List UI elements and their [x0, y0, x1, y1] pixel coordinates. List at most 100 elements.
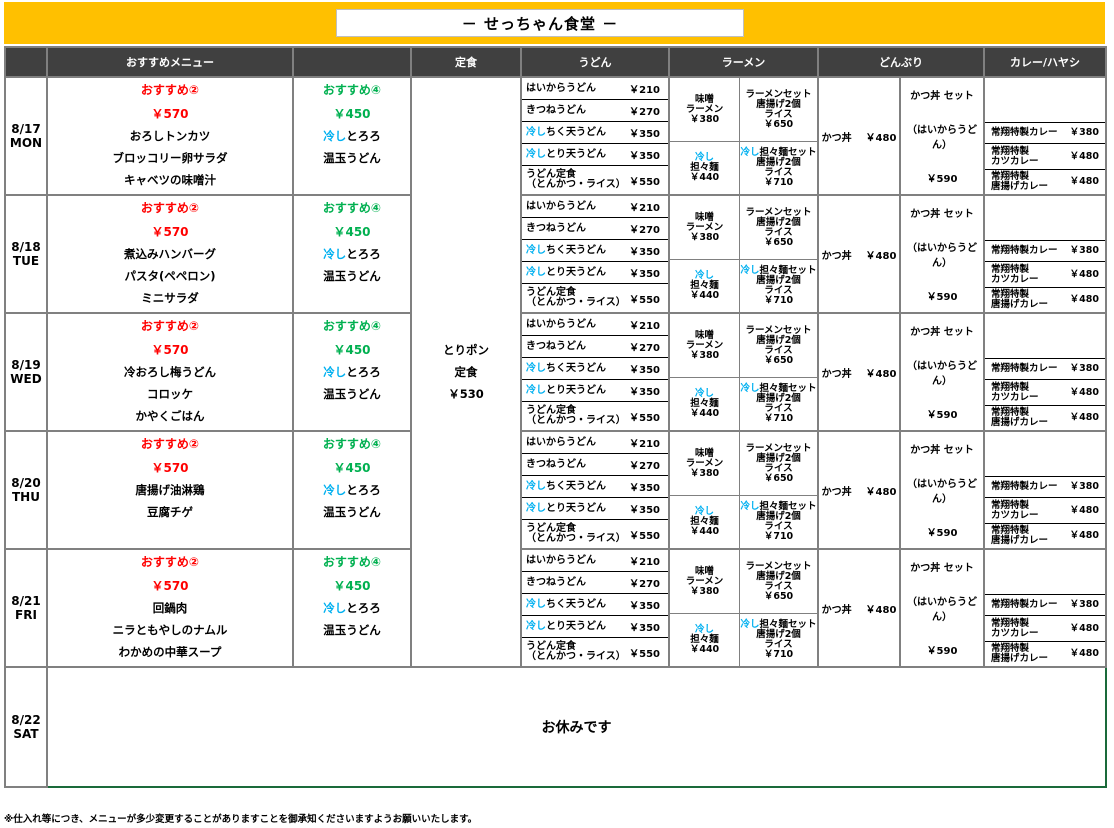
recommend-item: 唐揚げ油淋鶏 — [135, 483, 205, 497]
curry-name: カツカレー — [991, 391, 1039, 403]
curry-price: ￥480 — [1069, 268, 1099, 280]
miso-ramen: 味噌 ラーメン ￥380 — [670, 432, 740, 496]
udon-price: ￥270 — [629, 461, 660, 472]
donburi-sub: （はいからうどん） — [907, 124, 977, 151]
katsudon-set: かつ丼 セット （はいからうどん） ￥590 — [901, 78, 983, 194]
donburi-cell: かつ丼 ￥480 かつ丼 セット （はいからうどん） ￥590 — [817, 76, 985, 196]
curry-price: ￥480 — [1069, 150, 1099, 162]
donburi-sub: （はいからうどん） — [907, 478, 977, 505]
curry-price: ￥480 — [1069, 504, 1099, 516]
recommend-item: 煮込みハンバーグ — [124, 247, 216, 261]
recommend-label: おすすめ② — [140, 83, 200, 97]
cold-label: 冷し — [526, 598, 546, 610]
tantan-set: 冷し担々麺セット 唐揚げ2個 ライス ￥710 — [740, 378, 817, 430]
recommend-2-cell: おすすめ② ￥570 おろしトンカツ ブロッコリー卵サラダ キャベツの味噌汁 — [46, 76, 294, 196]
recommend-price: ￥450 — [333, 225, 371, 239]
cold-label: 冷し — [526, 244, 546, 256]
weekday-label: MON — [9, 136, 43, 150]
recommend-item: わかめの中華スープ — [118, 645, 222, 659]
weekday-label: FRI — [15, 608, 37, 622]
recommend-label: おすすめ④ — [322, 83, 382, 97]
udon-item: うどん定食 （とんかつ・ライス） ￥550 — [522, 638, 668, 666]
ramen-cell: 味噌 ラーメン ￥380 ラーメンセット 唐揚げ2個 ライス ￥650 冷し 担々麺 ￥440 冷し… — [668, 430, 819, 550]
curry-item: 常翔特製 唐揚げカレー ￥480 — [985, 642, 1105, 666]
donburi-name: かつ丼 — [821, 604, 852, 616]
curry-item: 常翔特製カレー ￥380 — [985, 594, 1105, 616]
curry-item: 常翔特製 唐揚げカレー ￥480 — [985, 288, 1105, 312]
ramen-text: ライス — [764, 226, 793, 238]
ramen-text: 唐揚げ2個 — [756, 570, 801, 582]
recommend-item: 温玉うどん — [323, 623, 381, 637]
ramen-price: ￥650 — [763, 118, 794, 130]
recommend-label: おすすめ④ — [322, 201, 382, 215]
curry-cell: 常翔特製カレー ￥380 常翔特製 カツカレー ￥480 常翔特製 唐揚げカレー ￥480 — [983, 76, 1107, 196]
udon-name: とり天うどん — [546, 266, 606, 278]
cold-label: 冷し — [526, 480, 546, 492]
donburi-price: ￥480 — [865, 368, 897, 380]
header-curry: カレー/ハヤシ — [983, 46, 1107, 78]
udon-sub: （とんかつ・ライス） — [526, 179, 626, 190]
ramen-text: ラーメンセット — [745, 442, 812, 454]
recommend-item-text: とろろ — [346, 601, 381, 615]
udon-price: ￥270 — [629, 107, 660, 118]
ramen-text: 唐揚げ2個 — [756, 452, 801, 464]
udon-item: はいからうどん ￥210 — [522, 432, 668, 454]
curry-item: 常翔特製カレー ￥380 — [985, 240, 1105, 262]
curry-name: 常翔特製カレー — [991, 127, 1058, 138]
curry-item: 常翔特製 唐揚げカレー ￥480 — [985, 524, 1105, 548]
ramen-text: ラーメンセット — [745, 88, 812, 100]
recommend-4-cell: おすすめ④ ￥450 冷しとろろ 温玉うどん — [292, 548, 412, 668]
ramen-price: ￥650 — [763, 472, 794, 484]
recommend-item: おろしトンカツ — [129, 129, 211, 143]
ramen-price: ￥710 — [763, 295, 794, 306]
recommend-item-text: とろろ — [346, 483, 381, 497]
katsudon: かつ丼 ￥480 — [819, 196, 901, 312]
weekday-label: TUE — [12, 254, 40, 268]
ramen-text: 味噌 — [694, 447, 714, 459]
udon-cell: はいからうどん ￥210 きつねうどん ￥270 冷しちく天うどん ￥350 冷しとり天うど… — [520, 194, 670, 314]
page-title: － せっちゃん食堂 － — [336, 9, 744, 37]
udon-item: 冷しとり天うどん ￥350 — [522, 616, 668, 638]
curry-item: 常翔特製 唐揚げカレー ￥480 — [985, 406, 1105, 430]
recommend-item-text: とろろ — [346, 129, 381, 143]
date-label: 8/22 — [11, 713, 41, 727]
recommend-item: 冷しとろろ — [294, 597, 410, 619]
donburi-name: かつ丼 セット — [910, 327, 974, 339]
udon-item: きつねうどん ￥270 — [522, 100, 668, 122]
udon-price: ￥210 — [629, 85, 660, 96]
day-cell: 8/22 SAT — [4, 666, 48, 788]
ramen-price: ￥440 — [689, 408, 720, 419]
curry-price: ￥380 — [1069, 127, 1099, 138]
cold-label: 冷し — [526, 362, 546, 374]
recommend-price: ￥450 — [333, 107, 371, 121]
recommend-price: ￥570 — [151, 579, 189, 593]
header-row: おすすめメニュー 定食 うどん ラーメン どんぶり カレー/ハヤシ — [4, 46, 1107, 78]
donburi-name: かつ丼 — [821, 486, 852, 498]
ramen-price: ￥380 — [689, 349, 720, 361]
udon-name: はいからうどん — [526, 436, 596, 448]
ramen-cell: 味噌 ラーメン ￥380 ラーメンセット 唐揚げ2個 ライス ￥650 冷し 担々麺 ￥440 冷し… — [668, 194, 819, 314]
udon-name: はいからうどん — [526, 200, 596, 212]
ramen-set: ラーメンセット 唐揚げ2個 ライス ￥650 — [740, 550, 817, 614]
recommend-item: パスタ(ペペロン) — [124, 269, 216, 283]
donburi-name: かつ丼 セット — [910, 209, 974, 221]
recommend-item: 冷しとろろ — [294, 243, 410, 265]
weekday-label: SAT — [13, 727, 39, 741]
udon-name: きつねうどん — [526, 458, 586, 470]
curry-price: ￥380 — [1069, 245, 1099, 256]
ramen-price: ￥380 — [689, 467, 720, 479]
ramen-price: ￥710 — [763, 531, 794, 542]
recommend-4-cell: おすすめ④ ￥450 冷しとろろ 温玉うどん — [292, 76, 412, 196]
menu-table: おすすめメニュー 定食 うどん ラーメン どんぶり カレー/ハヤシ 8/17 MO… — [4, 46, 1107, 788]
udon-price: ￥350 — [629, 601, 660, 612]
ramen-text: 味噌 — [694, 329, 714, 341]
tantan-set: 冷し担々麺セット 唐揚げ2個 ライス ￥710 — [740, 260, 817, 312]
ramen-text: 唐揚げ2個 — [756, 98, 801, 110]
tantan-men: 冷し 担々麺 ￥440 — [670, 260, 740, 312]
curry-item: 常翔特製カレー ￥380 — [985, 476, 1105, 498]
udon-item: うどん定食 （とんかつ・ライス） ￥550 — [522, 166, 668, 194]
ramen-price: ￥710 — [763, 413, 794, 424]
curry-item: 常翔特製 カツカレー ￥480 — [985, 380, 1105, 406]
recommend-item: 温玉うどん — [323, 505, 381, 519]
ramen-cell: 味噌 ラーメン ￥380 ラーメンセット 唐揚げ2個 ライス ￥650 冷し 担々麺 ￥440 冷し… — [668, 76, 819, 196]
